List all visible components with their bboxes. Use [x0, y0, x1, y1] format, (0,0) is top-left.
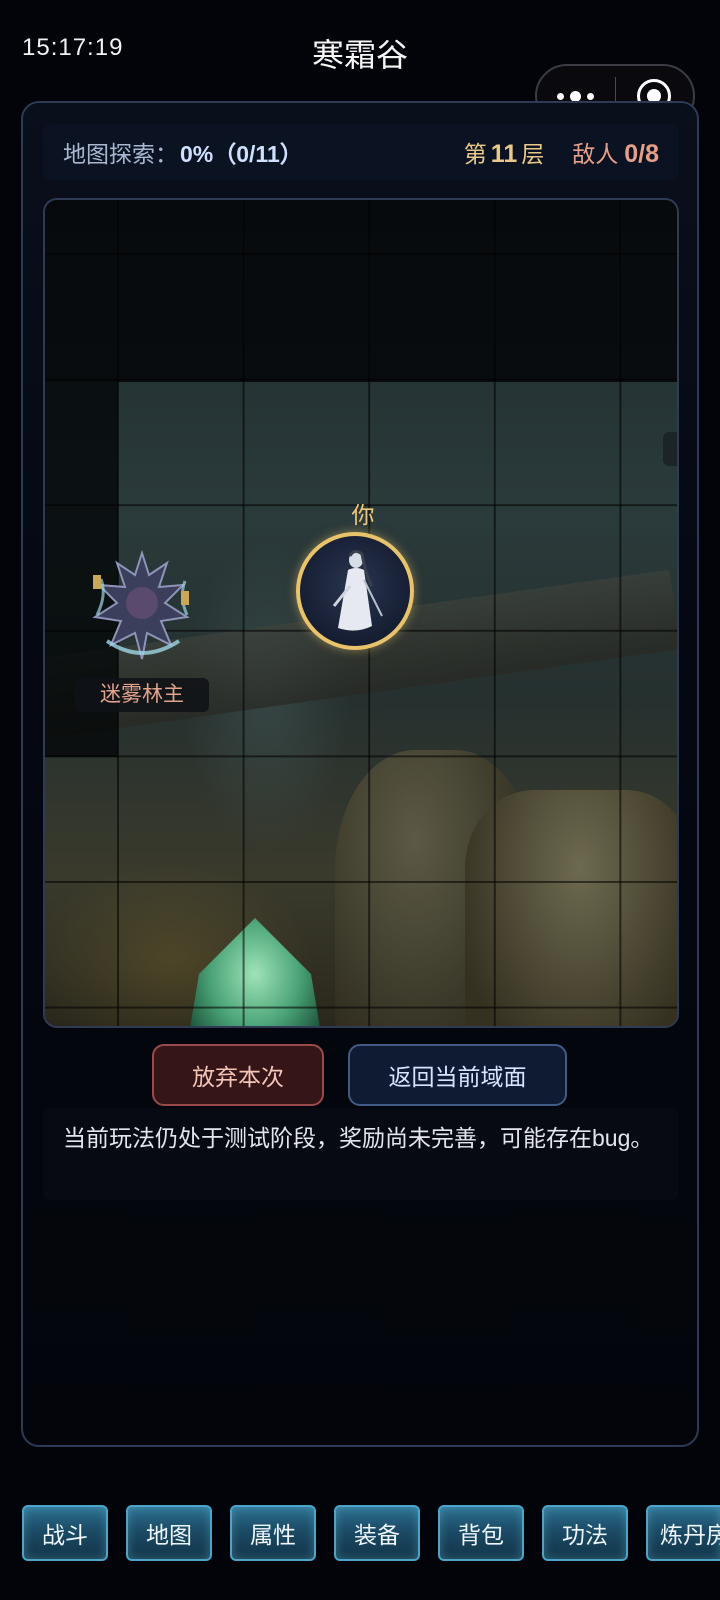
exploration-info-bar: 地图探索： 0%（0/11） 第 11 层 敌人 0/8 [43, 124, 679, 180]
return-domain-button[interactable]: 返回当前域面 [348, 1044, 567, 1106]
test-notice: 当前玩法仍处于测试阶段，奖励尚未完善，可能存在bug。 [43, 1108, 679, 1200]
app-root: 15:17:19 寒霜谷 地图探索： 0%（0/11） 第 11 层 敌人 0/8 你 [0, 0, 720, 1600]
tab-alchemy[interactable]: 炼丹房 [646, 1505, 720, 1561]
abandon-button[interactable]: 放弃本次 [152, 1044, 324, 1106]
floor-number: 11 [490, 140, 518, 168]
explore-progress: 0%（0/11） [180, 141, 303, 167]
player-avatar[interactable] [296, 532, 414, 650]
player-label: 你 [351, 502, 375, 528]
tab-skills[interactable]: 功法 [542, 1505, 628, 1561]
floor-indicator: 第 11 层 [464, 135, 544, 169]
enemy-counter: 敌人 0/8 [572, 135, 659, 169]
exploration-map[interactable]: 你 迷雾林主 [43, 198, 679, 1028]
tab-backpack[interactable]: 背包 [438, 1505, 524, 1561]
swordsman-icon [332, 549, 383, 631]
mist-forest-lord-icon[interactable] [87, 545, 197, 665]
tab-battle[interactable]: 战斗 [22, 1505, 108, 1561]
tab-equipment[interactable]: 装备 [334, 1505, 420, 1561]
floor-prefix: 第 [463, 141, 487, 167]
floor-suffix: 层 [521, 141, 545, 167]
enemy-name-label: 迷雾林主 [75, 678, 209, 712]
bottom-tab-bar: 战斗 地图 属性 装备 背包 功法 炼丹房 [0, 1505, 720, 1563]
map-edge-handle[interactable] [663, 432, 677, 466]
tab-map[interactable]: 地图 [126, 1505, 212, 1561]
enemy-label: 敌人 [572, 141, 619, 167]
tab-attributes[interactable]: 属性 [230, 1505, 316, 1561]
explore-label: 地图探索： [63, 141, 178, 167]
enemy-count: 0/8 [624, 140, 659, 168]
